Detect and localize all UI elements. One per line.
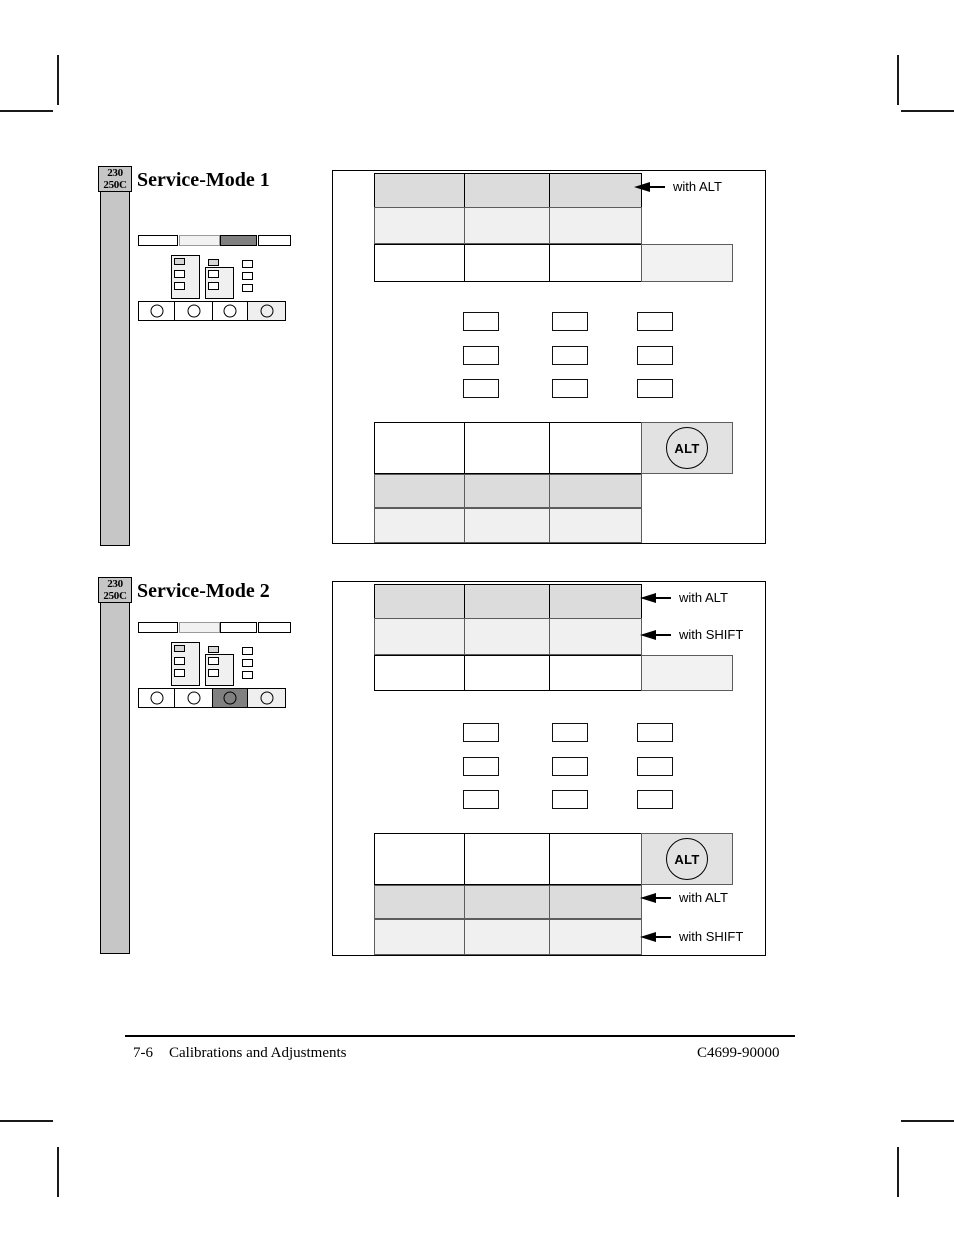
detail-2-bottom-row-shift xyxy=(374,919,642,955)
cell[interactable] xyxy=(374,584,465,622)
grid-key-r1c1[interactable] xyxy=(463,723,499,742)
left-arrow-icon xyxy=(640,592,672,604)
callout-sm2-bot-shift: with SHIFT xyxy=(640,929,743,944)
cell[interactable] xyxy=(549,618,642,655)
mini-button-2[interactable] xyxy=(174,688,213,708)
crop-mark-bottom-right-vertical xyxy=(897,1147,899,1197)
cell[interactable] xyxy=(464,919,550,955)
mini-button-1[interactable] xyxy=(138,688,175,708)
cell[interactable] xyxy=(464,584,550,622)
detail-2-bottom-row-base: ALT xyxy=(374,833,733,885)
callout-label: with ALT xyxy=(679,890,728,905)
callout-sm2-bot-alt: with ALT xyxy=(640,890,728,905)
section-title-2: Service-Mode 2 xyxy=(137,580,270,602)
callout-sm2-top-alt: with ALT xyxy=(640,590,728,605)
model-label-line1: 230 xyxy=(107,578,123,590)
left-arrow-icon xyxy=(640,892,672,904)
grid-key-r1c2[interactable] xyxy=(552,723,588,742)
grid-key-r3c2[interactable] xyxy=(552,790,588,809)
left-arrow-icon xyxy=(640,931,672,943)
alt-key-cell-2[interactable]: ALT xyxy=(641,833,733,885)
crop-mark-bottom-left-horizontal xyxy=(0,1120,53,1122)
callout-label: with ALT xyxy=(679,590,728,605)
crop-mark-bottom-right-horizontal xyxy=(901,1120,954,1122)
mini-button-4-circle-icon xyxy=(260,691,273,705)
mini-column-c-square-2 xyxy=(242,659,253,667)
cell[interactable] xyxy=(549,584,642,622)
footer-page-number: 7-6 xyxy=(133,1045,153,1061)
mini-panel-b-square-0 xyxy=(208,646,219,653)
cell[interactable] xyxy=(374,833,465,885)
mini-column-c-square-1 xyxy=(242,647,253,655)
grid-key-r2c1[interactable] xyxy=(463,757,499,776)
callout-sm2-top-shift: with SHIFT xyxy=(640,627,743,642)
detail-2-top-row-alt xyxy=(374,584,642,622)
detail-2-key-grid xyxy=(463,723,673,809)
left-arrow-icon xyxy=(640,629,672,641)
cell[interactable] xyxy=(464,833,550,885)
model-label-line2: 250C xyxy=(103,589,127,602)
model-label-2: 230 250C xyxy=(98,577,132,603)
mini-button-3[interactable] xyxy=(212,688,248,708)
crop-mark-bottom-left-vertical xyxy=(57,1147,59,1197)
mini-column-c-square-3 xyxy=(242,671,253,679)
cell[interactable] xyxy=(549,919,642,955)
grid-key-r2c2[interactable] xyxy=(552,757,588,776)
mini-panel-b-square-1 xyxy=(208,657,219,665)
mini-panel-a-square-3 xyxy=(174,669,185,677)
footer-part-number: C4699-90000 xyxy=(697,1045,780,1061)
mini-button-1-circle-icon xyxy=(150,691,163,705)
mini-panel-b-square-2 xyxy=(208,669,219,677)
footer-left: 7-6 Calibrations and Adjustments xyxy=(133,1045,347,1062)
mini-button-2-circle-icon xyxy=(187,691,200,705)
cell[interactable] xyxy=(549,885,642,919)
cell[interactable] xyxy=(374,618,465,655)
grid-key-r2c3[interactable] xyxy=(637,757,673,776)
model-indicator-bar-2 xyxy=(100,578,130,954)
callout-label: with SHIFT xyxy=(679,929,744,944)
document-page: 230 250C Service-Mode 1 with ALT ALT 230… xyxy=(0,0,954,1235)
mini-panel-a-square-2 xyxy=(174,657,185,665)
mini-panel-a-square-1 xyxy=(174,645,185,652)
mini-key-top-1[interactable] xyxy=(138,622,178,633)
footer-chapter-title: Calibrations and Adjustments xyxy=(169,1045,347,1061)
mini-button-4[interactable] xyxy=(247,688,286,708)
callout-label: with SHIFT xyxy=(679,627,744,642)
grid-key-r1c3[interactable] xyxy=(637,723,673,742)
detail-2-top-row-base xyxy=(374,655,733,691)
mini-key-top-4[interactable] xyxy=(258,622,291,633)
cell[interactable] xyxy=(464,885,550,919)
mini-key-top-3[interactable] xyxy=(220,622,257,633)
detail-2-top-row-shift xyxy=(374,618,642,655)
cell[interactable] xyxy=(374,919,465,955)
cell[interactable] xyxy=(374,885,465,919)
mini-button-3-circle-icon xyxy=(223,691,237,705)
section-service-mode-2: 230 250C Service-Mode 2 with ALT with SH… xyxy=(0,0,954,970)
mini-keyboard-overview-2 xyxy=(138,620,291,708)
cell[interactable] xyxy=(549,655,642,691)
cell[interactable] xyxy=(549,833,642,885)
cell-extra[interactable] xyxy=(641,655,733,691)
mini-key-top-2[interactable] xyxy=(179,622,220,633)
alt-key-label-2: ALT xyxy=(666,838,708,880)
cell[interactable] xyxy=(464,655,550,691)
grid-key-r3c1[interactable] xyxy=(463,790,499,809)
detail-2-bottom-row-alt xyxy=(374,885,642,919)
footer-divider xyxy=(125,1035,795,1037)
grid-key-r3c3[interactable] xyxy=(637,790,673,809)
cell[interactable] xyxy=(464,618,550,655)
cell[interactable] xyxy=(374,655,465,691)
